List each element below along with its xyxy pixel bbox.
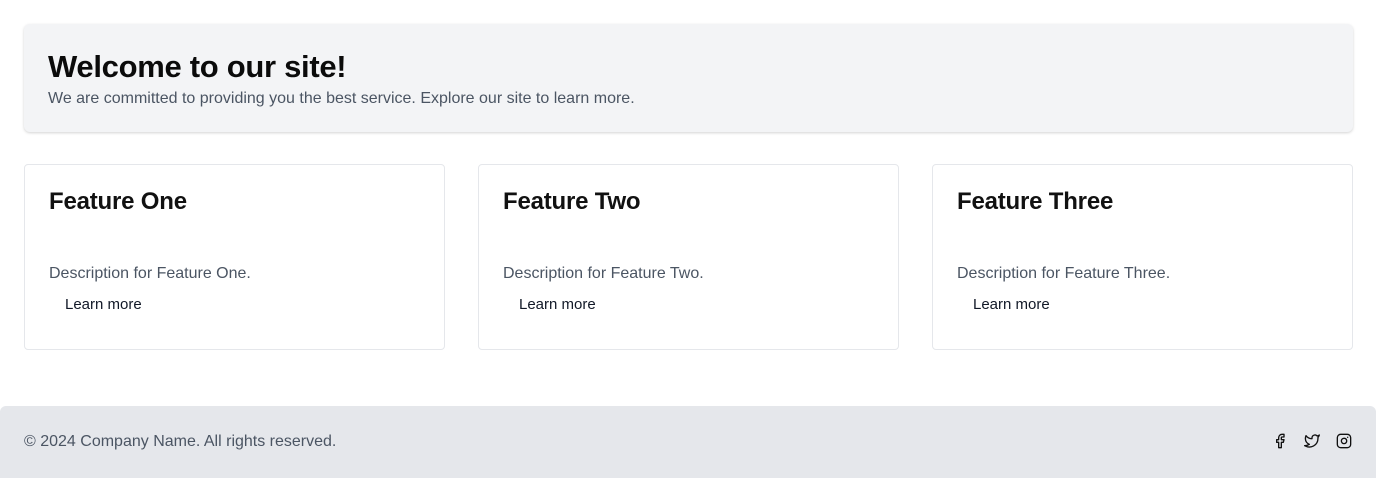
feature-cards: Feature One Description for Feature One.… — [24, 164, 1353, 350]
feature-card-title: Feature Two — [503, 188, 641, 215]
learn-more-link[interactable]: Learn more — [65, 295, 142, 315]
instagram-icon[interactable] — [1336, 433, 1352, 449]
learn-more-link[interactable]: Learn more — [973, 295, 1050, 315]
hero-banner: Welcome to our site! We are committed to… — [24, 24, 1353, 132]
feature-card-three: Feature Three Description for Feature Th… — [932, 164, 1353, 350]
hero-subtitle: We are committed to providing you the be… — [48, 90, 635, 107]
learn-more-link[interactable]: Learn more — [519, 295, 596, 315]
feature-card-description: Description for Feature Two. — [503, 265, 704, 282]
feature-card-description: Description for Feature Three. — [957, 265, 1171, 282]
twitter-icon[interactable] — [1304, 433, 1320, 449]
feature-card-two: Feature Two Description for Feature Two.… — [478, 164, 899, 350]
facebook-icon[interactable] — [1272, 433, 1288, 449]
footer-copyright: © 2024 Company Name. All rights reserved… — [24, 433, 337, 450]
page: Welcome to our site! We are committed to… — [0, 0, 1376, 478]
footer: © 2024 Company Name. All rights reserved… — [0, 406, 1376, 478]
feature-card-one: Feature One Description for Feature One.… — [24, 164, 445, 350]
social-links — [1272, 433, 1352, 449]
feature-card-title: Feature Three — [957, 188, 1114, 215]
feature-card-title: Feature One — [49, 188, 187, 215]
feature-card-description: Description for Feature One. — [49, 265, 251, 282]
hero-title: Welcome to our site! — [48, 49, 347, 84]
